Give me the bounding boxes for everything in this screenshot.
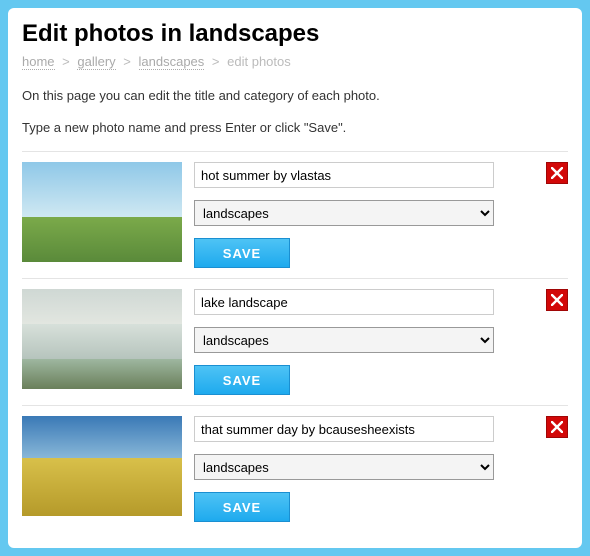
save-button[interactable]: SAVE bbox=[194, 492, 290, 522]
photo-category-select[interactable]: landscapes bbox=[194, 200, 494, 226]
photo-thumbnail[interactable] bbox=[22, 162, 182, 262]
photo-row: landscapes SAVE bbox=[22, 279, 568, 406]
close-icon bbox=[551, 167, 563, 179]
breadcrumb-separator: > bbox=[62, 54, 70, 69]
breadcrumb-separator: > bbox=[123, 54, 131, 69]
main-panel: Edit photos in landscapes home > gallery… bbox=[8, 8, 582, 548]
photo-title-input[interactable] bbox=[194, 289, 494, 315]
photo-thumbnail[interactable] bbox=[22, 416, 182, 516]
photo-category-select[interactable]: landscapes bbox=[194, 454, 494, 480]
breadcrumb-gallery[interactable]: gallery bbox=[77, 54, 115, 70]
photo-title-input[interactable] bbox=[194, 162, 494, 188]
photo-row: landscapes SAVE bbox=[22, 152, 568, 279]
delete-button[interactable] bbox=[546, 162, 568, 184]
photo-fields: landscapes SAVE bbox=[194, 162, 534, 268]
breadcrumb-home[interactable]: home bbox=[22, 54, 55, 70]
photo-title-input[interactable] bbox=[194, 416, 494, 442]
photo-fields: landscapes SAVE bbox=[194, 289, 534, 395]
breadcrumb-landscapes[interactable]: landscapes bbox=[139, 54, 205, 70]
photo-category-select[interactable]: landscapes bbox=[194, 327, 494, 353]
delete-button[interactable] bbox=[546, 289, 568, 311]
photo-row: landscapes SAVE bbox=[22, 406, 568, 532]
save-button[interactable]: SAVE bbox=[194, 365, 290, 395]
photo-fields: landscapes SAVE bbox=[194, 416, 534, 522]
close-icon bbox=[551, 294, 563, 306]
breadcrumb-current: edit photos bbox=[227, 54, 291, 69]
breadcrumb-separator: > bbox=[212, 54, 220, 69]
breadcrumb: home > gallery > landscapes > edit photo… bbox=[22, 54, 568, 69]
save-button[interactable]: SAVE bbox=[194, 238, 290, 268]
close-icon bbox=[551, 421, 563, 433]
intro-line-2: Type a new photo name and press Enter or… bbox=[22, 119, 568, 137]
photo-list: landscapes SAVE landscapes SAVE bbox=[22, 151, 568, 532]
photo-thumbnail[interactable] bbox=[22, 289, 182, 389]
delete-button[interactable] bbox=[546, 416, 568, 438]
page-title: Edit photos in landscapes bbox=[22, 20, 568, 48]
intro-line-1: On this page you can edit the title and … bbox=[22, 87, 568, 105]
